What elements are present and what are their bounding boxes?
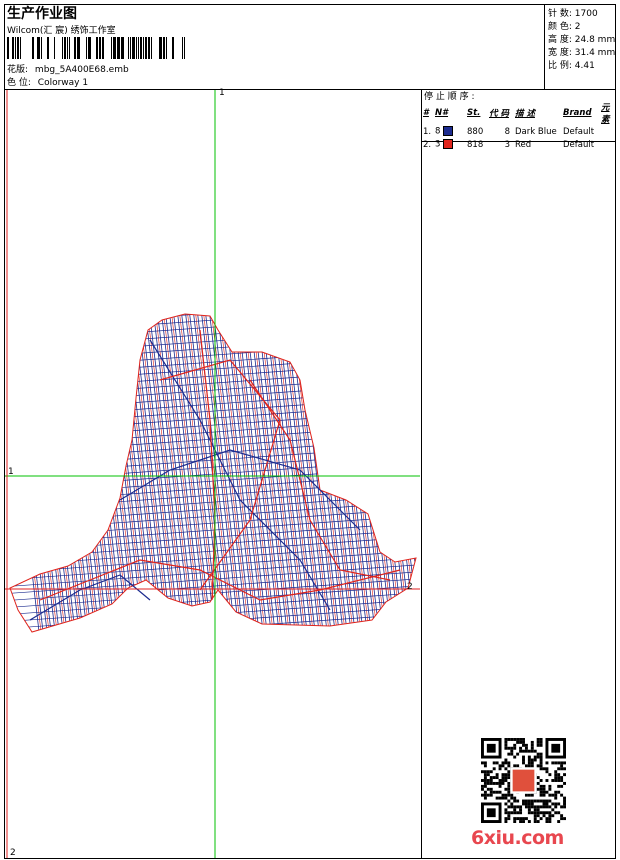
brand-watermark: 6xiu.com: [471, 827, 564, 849]
axis-label-v1: 1: [219, 88, 225, 98]
axis-label-h2: 2: [407, 582, 413, 592]
embroidery-design: [5, 90, 420, 858]
axis-label-h1: 1: [8, 467, 14, 477]
qr-code: [481, 738, 566, 823]
axis-label-v2: 2: [10, 848, 16, 858]
